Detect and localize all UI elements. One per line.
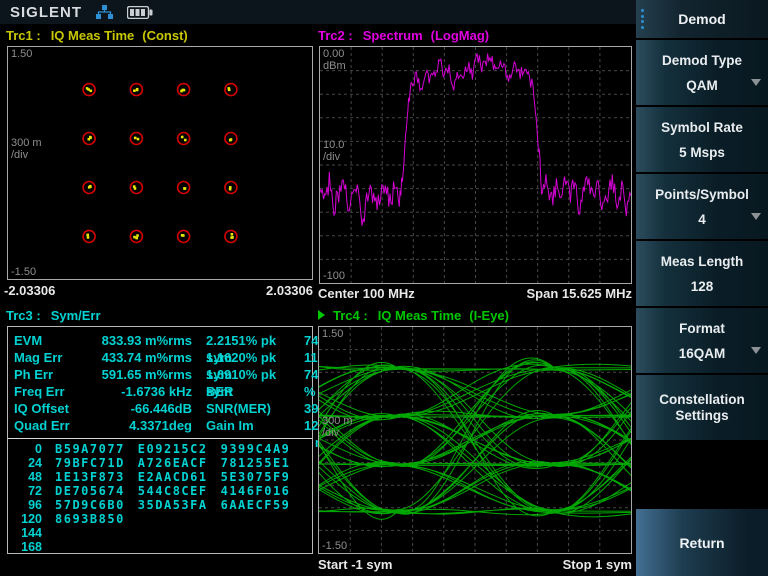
menu-item-value: 16QAM xyxy=(679,346,726,361)
trc4-scale: 300 m/div xyxy=(322,415,353,439)
trc4-prefix: Trc4 : xyxy=(333,308,368,323)
active-trace-arrow-icon xyxy=(318,310,325,320)
menu-item-symbol-rate[interactable]: Symbol Rate 5 Msps xyxy=(636,107,768,172)
softkey-menu: Demod Demod Type QAM Symbol Rate 5 Msps Poin… xyxy=(636,0,768,576)
trc4-mode: (I-Eye) xyxy=(469,308,509,323)
return-label: Return xyxy=(679,535,724,551)
trc2-mode: (LogMag) xyxy=(431,28,489,43)
chevron-down-icon xyxy=(751,79,761,86)
trc2-name: Spectrum xyxy=(363,28,423,43)
measurement-row: Ph Err591.65 m%rms1.6910% pk sym74 xyxy=(8,366,312,383)
trc2-ref-bottom: -100 xyxy=(323,270,345,282)
measurement-row: Freq Err-1.6736 kHzBER% xyxy=(8,383,312,400)
symbol-row: 144 xyxy=(8,526,312,540)
trc2-prefix: Trc2 : xyxy=(318,28,353,43)
chevron-down-icon xyxy=(751,347,761,354)
menu-item-value: 5 Msps xyxy=(679,145,725,160)
trc1-name: IQ Meas Time xyxy=(51,28,135,43)
trc4-start-label: Start -1 sym xyxy=(318,557,392,572)
battery-icon xyxy=(127,6,153,19)
trc4-name: IQ Meas Time xyxy=(378,308,462,323)
symbol-row: 168 xyxy=(8,540,312,554)
trc2-spectrum-plot[interactable]: 0.00dBm 10.0/div -100 xyxy=(319,46,632,284)
lan-icon xyxy=(96,5,113,20)
status-bar: SIGLENT xyxy=(0,0,636,24)
menu-item-demod-type[interactable]: Demod Type QAM xyxy=(636,40,768,105)
trc1-title[interactable]: Trc1 : IQ Meas Time (Const) xyxy=(6,26,188,44)
menu-dots-icon xyxy=(641,9,644,29)
trc1-mode: (Const) xyxy=(142,28,188,43)
siglent-logo: SIGLENT xyxy=(10,4,82,21)
symbol-row: 72DE705674544C8CEF4146F016 xyxy=(8,484,312,498)
menu-item-format[interactable]: Format 16QAM xyxy=(636,308,768,373)
menu-item-value: 128 xyxy=(691,279,714,294)
trc3-title[interactable]: Trc3 : Sym/Err xyxy=(6,306,101,324)
trc1-scale: 300 m/div xyxy=(11,137,42,161)
trc1-ref-top: 1.50 xyxy=(11,48,32,60)
menu-item-meas-length[interactable]: Meas Length 128 xyxy=(636,241,768,306)
menu-item-points-symbol[interactable]: Points/Symbol 4 xyxy=(636,174,768,239)
menu-item-label: Points/Symbol xyxy=(647,187,757,203)
trc2-ref-top: 0.00dBm xyxy=(323,48,346,72)
trc1-ref-bottom: -1.50 xyxy=(11,266,36,278)
menu-header-demod[interactable]: Demod xyxy=(636,0,768,38)
menu-item-value: QAM xyxy=(686,78,718,93)
menu-item-label: Format xyxy=(671,321,733,337)
menu-item-label: Demod Type xyxy=(654,53,750,69)
menu-item-value: 4 xyxy=(698,212,706,227)
trc1-prefix: Trc1 : xyxy=(6,28,41,43)
measurement-row: EVM833.93 m%rms2.2151% pk sym74 xyxy=(8,332,312,349)
menu-item-constellation-settings[interactable]: Constellation Settings xyxy=(636,375,768,440)
trc2-center-label: Center 100 MHz xyxy=(318,286,415,301)
menu-item-label: Meas Length xyxy=(653,254,752,270)
trc1-x-left: -2.03306 xyxy=(4,283,55,298)
trc3-name: Sym/Err xyxy=(51,308,101,323)
trc4-title[interactable]: Trc4 : IQ Meas Time (I-Eye) xyxy=(318,306,509,324)
measurement-row: IQ Offset-66.446dBSNR(MER)39.158dB xyxy=(8,400,312,417)
measurement-row: Mag Err433.74 m%rms1.1620% pk sym117 xyxy=(8,349,312,366)
trc3-prefix: Trc3 : xyxy=(6,308,41,323)
trc2-scale: 10.0/div xyxy=(323,139,344,163)
menu-item-label: Constellation Settings xyxy=(636,392,768,424)
symbol-rows: 0B59A7077E09215C29399C4A92479BFC71DA726E… xyxy=(8,442,312,554)
symbol-row: 2479BFC71DA726EACF781255E1 xyxy=(8,456,312,470)
symbol-row: 9657D9C6B035DA53FA6AAECF59 xyxy=(8,498,312,512)
trc3-symerr-table[interactable]: EVM833.93 m%rms2.2151% pk sym74Mag Err43… xyxy=(7,326,313,554)
chevron-down-icon xyxy=(751,213,761,220)
trc2-title[interactable]: Trc2 : Spectrum (LogMag) xyxy=(318,26,489,44)
measurement-rows: EVM833.93 m%rms2.2151% pk sym74Mag Err43… xyxy=(8,332,312,434)
trc4-eye-plot[interactable]: 1.50 300 m/div -1.50 xyxy=(318,326,632,554)
return-button[interactable]: Return xyxy=(636,509,768,576)
trc1-x-right: 2.03306 xyxy=(230,283,313,298)
symbol-row: 481E13F873E2AACD615E3075F9 xyxy=(8,470,312,484)
analyzer-screen: SIGLENT Trc1 : IQ Meas Time (Const) xyxy=(0,0,768,576)
menu-header-label: Demod xyxy=(678,11,725,27)
trc4-ref-bottom: -1.50 xyxy=(322,540,347,552)
symbol-row: 1208693B850 xyxy=(8,512,312,526)
trc4-ref-top: 1.50 xyxy=(322,328,343,340)
trc2-span-label: Span 15.625 MHz xyxy=(472,286,632,301)
trc1-constellation-plot[interactable]: 1.50 300 m/div -1.50 xyxy=(7,46,313,280)
menu-item-label: Symbol Rate xyxy=(653,120,751,136)
measurement-row: Quad Err4.3371degGain Im126.41 mdB xyxy=(8,417,312,434)
trc4-stop-label: Stop 1 sym xyxy=(472,557,632,572)
